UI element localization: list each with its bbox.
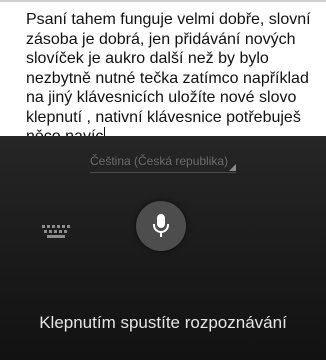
recognition-hint: Klepnutím spustíte rozpoznávání — [39, 313, 287, 332]
typed-text[interactable]: Psaní tahem funguje velmi dobře, slovní … — [26, 10, 316, 147]
language-label: Čeština (Česká republika) — [90, 154, 229, 168]
microphone-icon — [153, 214, 169, 237]
text-editor[interactable]: Psaní tahem funguje velmi dobře, slovní … — [0, 0, 326, 145]
keyboard-icon — [42, 225, 70, 238]
dropdown-triangle-icon — [229, 164, 236, 171]
language-selector[interactable]: Čeština (Česká republika) — [90, 150, 236, 173]
keyboard-switch-button[interactable] — [40, 222, 72, 244]
microphone-button[interactable] — [136, 201, 186, 251]
typed-text-content: Psaní tahem funguje velmi dobře, slovní … — [26, 11, 311, 145]
divider — [0, 0, 326, 2]
